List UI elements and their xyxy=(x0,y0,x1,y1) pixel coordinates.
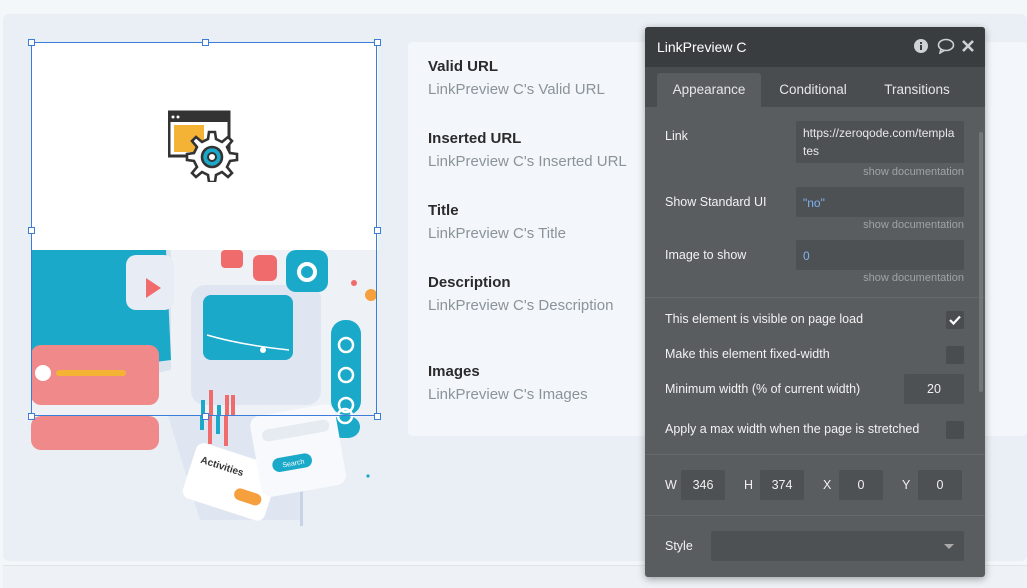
field-title[interactable]: Title LinkPreview C's Title xyxy=(428,202,566,242)
tab-conditional[interactable]: Conditional xyxy=(763,73,863,107)
height-label: H xyxy=(744,478,754,492)
field-value: LinkPreview C's Valid URL xyxy=(428,81,605,98)
fixed-width-checkbox[interactable] xyxy=(946,346,964,364)
visible-on-load-label: This element is visible on page load xyxy=(665,312,864,326)
y-label: Y xyxy=(902,478,911,492)
fixed-width-label: Make this element fixed-width xyxy=(665,347,830,361)
field-label: Description xyxy=(428,274,511,291)
show-standard-ui-input[interactable]: "no" xyxy=(796,187,964,217)
field-label: Images xyxy=(428,363,480,380)
show-documentation-link[interactable]: show documentation xyxy=(863,166,964,178)
resize-handle-top[interactable] xyxy=(202,39,209,46)
field-valid-url[interactable]: Valid URL LinkPreview C's Valid URL xyxy=(428,58,605,98)
dashboard-illustration xyxy=(31,250,378,417)
y-input[interactable]: 0 xyxy=(918,470,962,500)
resize-handle-bottom-left[interactable] xyxy=(28,413,35,420)
link-preview-placeholder xyxy=(31,42,378,250)
resize-handle-top-left[interactable] xyxy=(28,39,35,46)
panel-header: LinkPreview C xyxy=(645,27,985,67)
field-value: LinkPreview C's Inserted URL xyxy=(428,153,627,170)
min-width-label: Minimum width (% of current width) xyxy=(665,382,861,396)
field-label: Inserted URL xyxy=(428,130,522,147)
field-label: Valid URL xyxy=(428,58,499,75)
field-label: Title xyxy=(428,202,459,219)
show-documentation-link[interactable]: show documentation xyxy=(863,219,964,231)
show-documentation-link[interactable]: show documentation xyxy=(863,272,964,284)
style-dropdown[interactable] xyxy=(711,531,964,561)
field-value: LinkPreview C's Images xyxy=(428,386,588,403)
tab-transitions[interactable]: Transitions xyxy=(867,73,967,107)
field-description[interactable]: Description LinkPreview C's Description xyxy=(428,274,613,314)
link-preview-element[interactable] xyxy=(31,42,378,417)
divider xyxy=(645,515,985,516)
divider xyxy=(645,297,985,298)
resize-handle-bottom-right[interactable] xyxy=(374,413,381,420)
settings-window-icon xyxy=(168,110,239,182)
x-label: X xyxy=(823,478,832,492)
image-to-show-label: Image to show xyxy=(665,248,747,262)
panel-title: LinkPreview C xyxy=(657,39,747,55)
height-input[interactable]: 374 xyxy=(760,470,804,500)
field-images[interactable]: Images LinkPreview C's Images xyxy=(428,363,588,403)
image-to-show-input[interactable]: 0 xyxy=(796,240,964,270)
field-value: LinkPreview C's Title xyxy=(428,225,566,242)
width-label: W xyxy=(665,478,677,492)
field-inserted-url[interactable]: Inserted URL LinkPreview C's Inserted UR… xyxy=(428,130,627,170)
link-input[interactable]: https://zeroqode.com/templates xyxy=(796,121,964,163)
close-icon[interactable] xyxy=(961,38,977,54)
show-standard-ui-label: Show Standard UI xyxy=(665,195,767,209)
max-width-label: Apply a max width when the page is stret… xyxy=(665,422,920,436)
checkmark-icon xyxy=(949,315,961,326)
chevron-down-icon xyxy=(944,544,954,549)
visible-on-load-checkbox[interactable] xyxy=(946,311,964,329)
tab-appearance[interactable]: Appearance xyxy=(657,73,761,107)
panel-scrollbar[interactable] xyxy=(979,132,983,392)
info-icon[interactable] xyxy=(913,38,929,54)
resize-handle-left[interactable] xyxy=(28,227,35,234)
field-value: LinkPreview C's Description xyxy=(428,297,614,314)
divider xyxy=(645,454,985,455)
width-input[interactable]: 346 xyxy=(681,470,725,500)
comment-icon[interactable] xyxy=(937,38,955,55)
resize-handle-bottom[interactable] xyxy=(202,413,209,420)
min-width-input[interactable]: 20 xyxy=(904,374,964,404)
resize-handle-top-right[interactable] xyxy=(374,39,381,46)
property-editor-panel: LinkPreview C Appearance Conditional Tra… xyxy=(645,27,985,577)
panel-tabs: Appearance Conditional Transitions xyxy=(645,67,985,107)
style-label: Style xyxy=(665,539,693,553)
x-input[interactable]: 0 xyxy=(839,470,883,500)
resize-handle-right[interactable] xyxy=(374,227,381,234)
max-width-checkbox[interactable] xyxy=(946,421,964,439)
link-label: Link xyxy=(665,129,688,143)
